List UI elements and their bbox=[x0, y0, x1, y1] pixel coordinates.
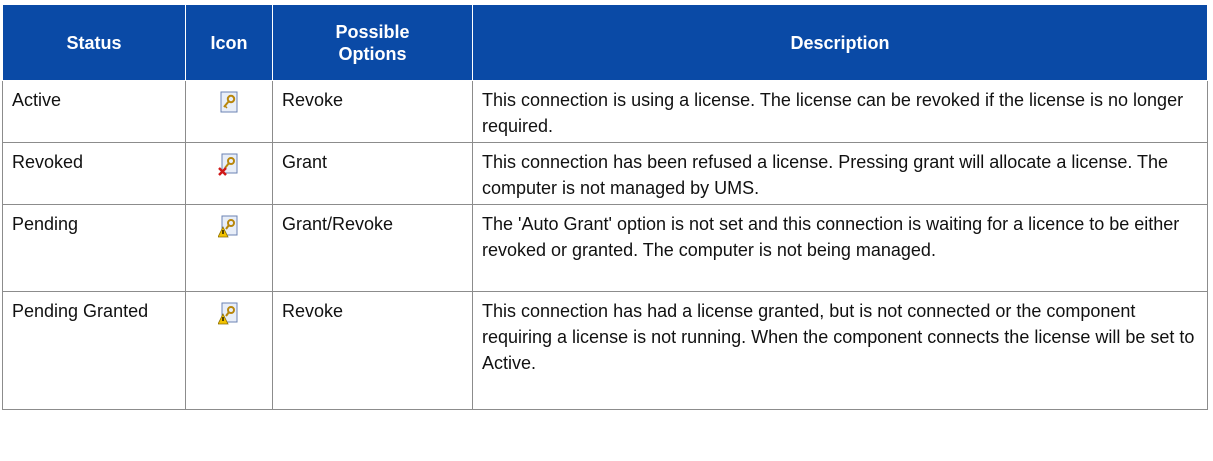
table-row: Active Revoke This connection is using a… bbox=[2, 80, 1208, 143]
status-cell: Active bbox=[2, 80, 186, 143]
description-cell: The 'Auto Grant' option is not set and t… bbox=[472, 204, 1208, 292]
key-document-icon bbox=[218, 91, 240, 115]
table-row: Revoked Grant This connection has been r… bbox=[2, 142, 1208, 205]
status-cell: Revoked bbox=[2, 142, 186, 205]
options-cell: Grant bbox=[272, 142, 473, 205]
options-cell: Grant/Revoke bbox=[272, 204, 473, 292]
table-row: Pending Grant/Revoke The 'Auto Grant' op… bbox=[2, 204, 1208, 292]
key-document-warning-icon bbox=[217, 215, 240, 239]
header-possible-options: Possible Options bbox=[272, 4, 473, 81]
options-cell: Revoke bbox=[272, 291, 473, 410]
status-cell: Pending bbox=[2, 204, 186, 292]
description-cell: This connection has had a license grante… bbox=[472, 291, 1208, 410]
header-row: Status Icon Possible Options Description bbox=[2, 4, 1208, 81]
table-row: Pending Granted Revoke This connection h… bbox=[2, 291, 1208, 410]
key-document-red-x-icon bbox=[218, 153, 240, 177]
description-cell: This connection has been refused a licen… bbox=[472, 142, 1208, 205]
header-icon: Icon bbox=[185, 4, 273, 81]
options-cell: Revoke bbox=[272, 80, 473, 143]
description-cell: This connection is using a license. The … bbox=[472, 80, 1208, 143]
license-status-table: Status Icon Possible Options Description… bbox=[2, 4, 1208, 410]
header-status: Status bbox=[2, 4, 186, 81]
header-description: Description bbox=[472, 4, 1208, 81]
status-cell: Pending Granted bbox=[2, 291, 186, 410]
key-document-warning-icon bbox=[217, 302, 240, 326]
